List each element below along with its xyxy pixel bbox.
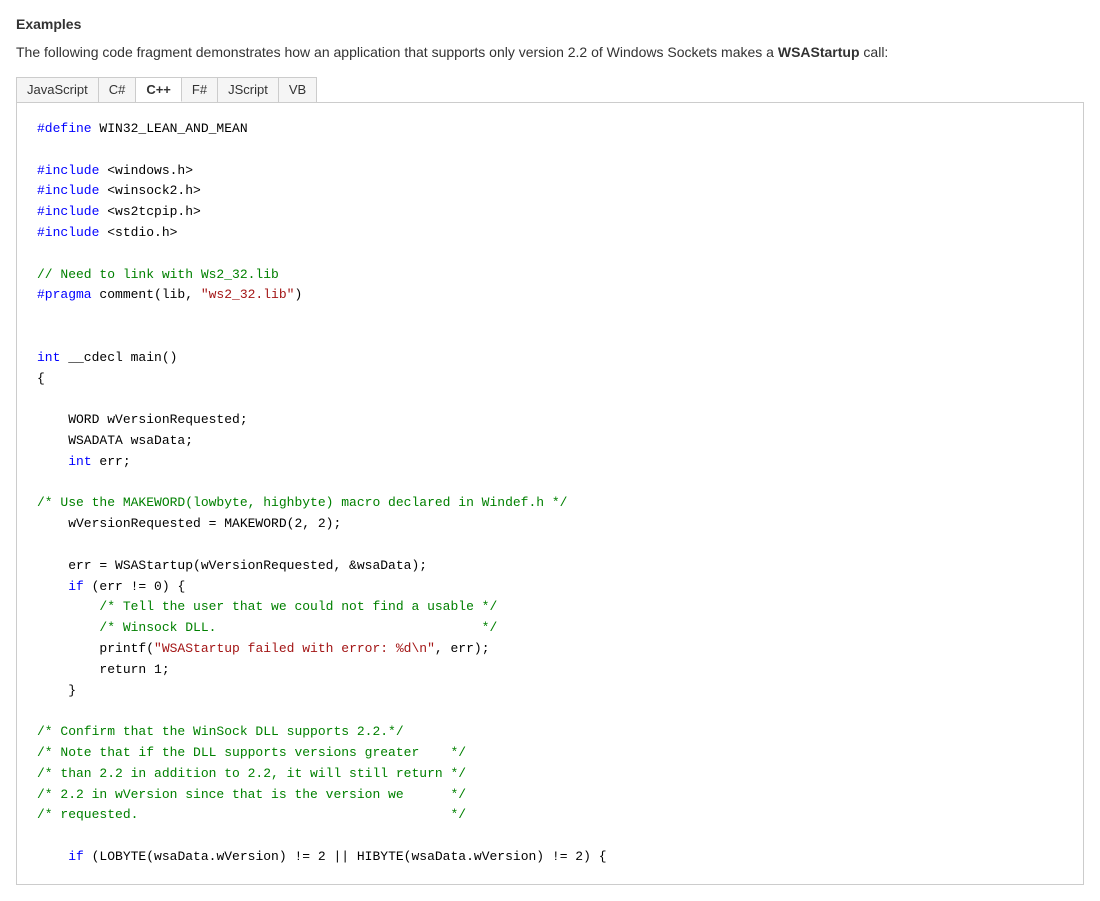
tab-javascript[interactable]: JavaScript [17, 78, 99, 102]
description-text-start: The following code fragment demonstrates… [16, 44, 778, 60]
examples-section: Examples The following code fragment dem… [16, 16, 1084, 885]
description-text-end: call: [860, 44, 889, 60]
language-tabs[interactable]: JavaScript C# C++ F# JScript VB [16, 77, 317, 102]
wsastartup-bold: WSAStartup [778, 44, 860, 60]
tab-vb[interactable]: VB [279, 78, 316, 102]
examples-heading: Examples [16, 16, 1084, 32]
description: The following code fragment demonstrates… [16, 42, 1084, 63]
tab-jscript[interactable]: JScript [218, 78, 279, 102]
tab-cpp[interactable]: C++ [136, 78, 182, 102]
tab-csharp[interactable]: C# [99, 78, 137, 102]
tab-fsharp[interactable]: F# [182, 78, 218, 102]
code-block: #define WIN32_LEAN_AND_MEAN #include <wi… [16, 102, 1084, 885]
